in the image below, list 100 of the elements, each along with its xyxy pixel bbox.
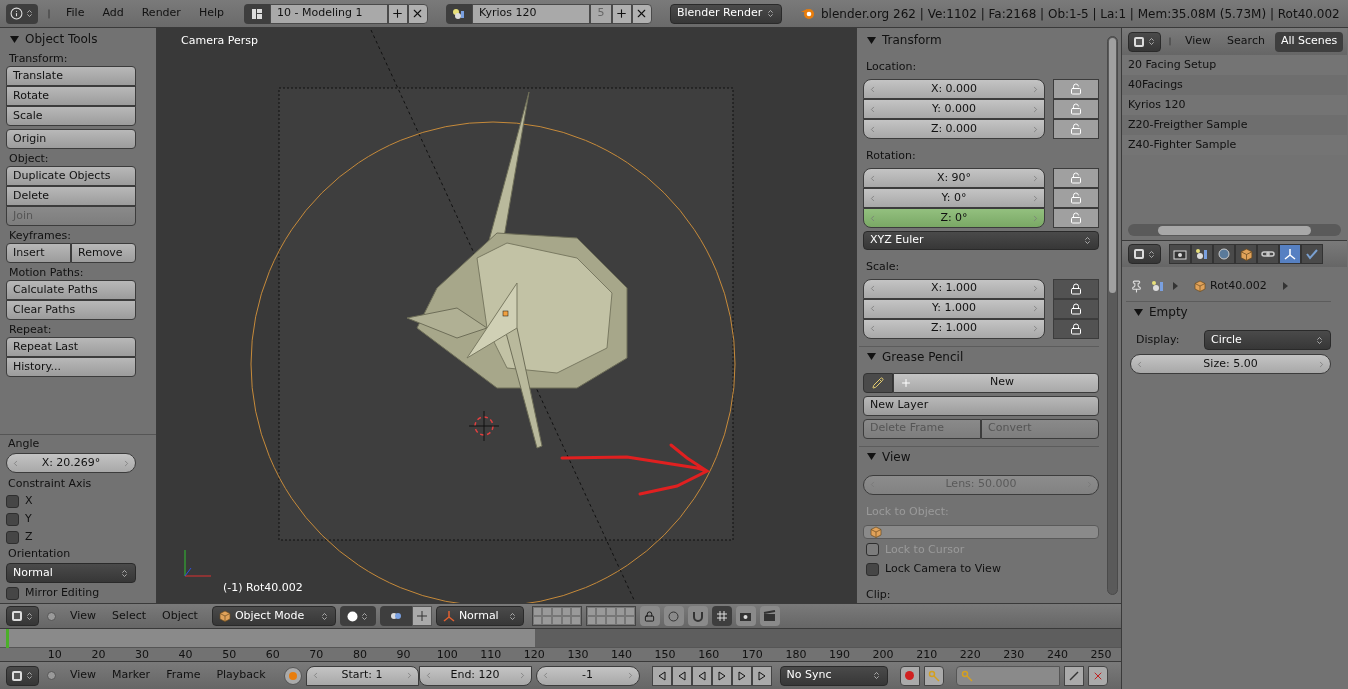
disclosure-triangle-icon[interactable] [1134,307,1143,317]
panel-title[interactable]: Grease Pencil [882,347,964,366]
panel-title[interactable]: View [882,447,911,466]
rotation-mode-dropdown[interactable]: XYZ Euler [863,231,1099,250]
new-button[interactable]: New [893,372,1099,393]
playback-control-button[interactable] [731,665,752,686]
outliner-row[interactable]: 40Facings [1122,75,1347,95]
properties-tab[interactable] [1169,244,1191,264]
shading-dropdown[interactable] [339,606,376,626]
keying-set-field[interactable] [955,665,1060,686]
editor-type-button[interactable] [1128,31,1161,52]
layer-buttons[interactable] [585,606,636,626]
delete-keyframe-button[interactable] [1087,665,1108,686]
disclosure-triangle-icon[interactable] [867,35,876,45]
new-layer-button[interactable]: New Layer [863,395,1099,416]
orientation-dropdown[interactable]: Normal [6,563,136,583]
playback-control-button[interactable] [651,665,672,686]
screen-layout-field[interactable]: 10 - Modeling 1 [269,3,388,24]
properties-tab[interactable] [1257,244,1279,264]
tool-button[interactable]: Insert [6,243,71,263]
layer-buttons[interactable] [531,606,582,626]
preview-range-button[interactable] [283,666,302,685]
properties-tab[interactable] [1279,244,1301,264]
scrollbar[interactable] [1107,36,1118,595]
menu-item[interactable]: View [1179,33,1218,50]
lock-toggle-button[interactable] [1053,318,1099,339]
menu-item[interactable]: Render [135,5,187,22]
draw-pencil-button[interactable] [863,372,893,393]
tool-button[interactable]: Origin [6,129,136,149]
manipulator-toggle-button[interactable] [411,606,432,626]
object-picker-field[interactable] [863,524,1099,539]
lock-toggle-button[interactable] [1053,298,1099,319]
3d-viewport[interactable]: Camera Persp (-1) Rot40.002 [157,28,856,603]
menu-item[interactable]: Help [192,5,230,22]
display-mode-dropdown[interactable]: All Scenes [1274,31,1344,52]
tool-button[interactable]: Scale [6,106,136,126]
menu-item[interactable]: Object [156,607,204,625]
playback-control-button[interactable] [711,665,732,686]
checkbox[interactable] [6,494,19,508]
tool-button[interactable]: Clear Paths [6,300,136,320]
disclosure-triangle-icon[interactable] [867,452,876,461]
panel-title[interactable]: Transform [882,31,942,49]
layout-button[interactable] [243,3,270,24]
checkbox[interactable] [6,586,19,600]
snap-toggle-button[interactable] [687,606,708,626]
lock-toggle-button[interactable] [1053,208,1099,228]
menu-item[interactable]: Add [96,5,130,22]
3d-cursor-icon[interactable] [468,410,500,442]
checkbox[interactable] [6,530,19,544]
panel-title[interactable]: Empty [1149,303,1188,321]
tool-button[interactable]: History... [6,357,136,377]
collapse-menu-icon[interactable] [47,611,56,621]
lock-toggle-button[interactable] [1053,188,1099,208]
keying-button[interactable] [923,665,944,686]
add-button[interactable] [387,3,408,24]
tool-button[interactable]: Duplicate Objects [6,166,136,186]
lock-toggle-button[interactable] [1053,99,1099,119]
scrollbar[interactable] [1128,224,1341,236]
checkbox[interactable] [6,512,19,526]
render-engine-dropdown[interactable]: Blender Render [669,3,782,24]
outliner-row[interactable]: Z20-Freigther Sample [1122,115,1347,135]
lock-toggle-button[interactable] [1053,119,1099,139]
collapse-menu-icon[interactable] [47,671,56,680]
playback-control-button[interactable] [691,665,712,686]
display-dropdown[interactable]: Circle [1204,330,1331,350]
render-image-button[interactable] [735,606,756,626]
orientation-dropdown[interactable]: Normal [435,606,524,626]
editor-type-button[interactable] [6,606,39,626]
disclosure-triangle-icon[interactable] [867,352,876,361]
checkbox[interactable] [866,562,879,576]
playback-control-button[interactable] [751,665,772,686]
menu-item[interactable]: Select [106,607,153,625]
properties-tab[interactable] [1191,244,1213,264]
lock-toggle-button[interactable] [1053,278,1099,299]
menu-item[interactable]: Frame [160,667,207,684]
properties-tab[interactable] [1301,244,1323,264]
menu-item[interactable]: Marker [106,667,157,684]
properties-tab[interactable] [1235,244,1257,264]
menu-item[interactable]: Search [1221,33,1271,50]
sync-dropdown[interactable]: No Sync [779,665,888,686]
render-animation-button[interactable] [759,606,780,626]
tool-button[interactable]: Delete [6,186,136,206]
mode-dropdown[interactable]: Object Mode [211,606,336,626]
close-button[interactable] [631,3,652,24]
layer-lock-button[interactable] [639,606,660,626]
properties-tab[interactable] [1213,244,1235,264]
record-button[interactable] [899,665,920,686]
menu-item[interactable]: View [64,667,103,684]
tool-button[interactable]: Remove [71,243,136,263]
tool-button[interactable]: Calculate Paths [6,280,136,300]
editor-type-button[interactable] [6,665,39,686]
add-button[interactable] [611,3,632,24]
tool-button[interactable]: Rotate [6,86,136,106]
lock-toggle-button[interactable] [1053,168,1099,188]
menu-item[interactable]: File [60,5,91,22]
pivot-dropdown[interactable] [379,606,412,626]
scene-button[interactable] [445,3,472,24]
menu-item[interactable]: Playback [210,667,272,684]
panel-title[interactable]: Object Tools [25,30,98,48]
menu-item[interactable]: View [64,607,103,625]
